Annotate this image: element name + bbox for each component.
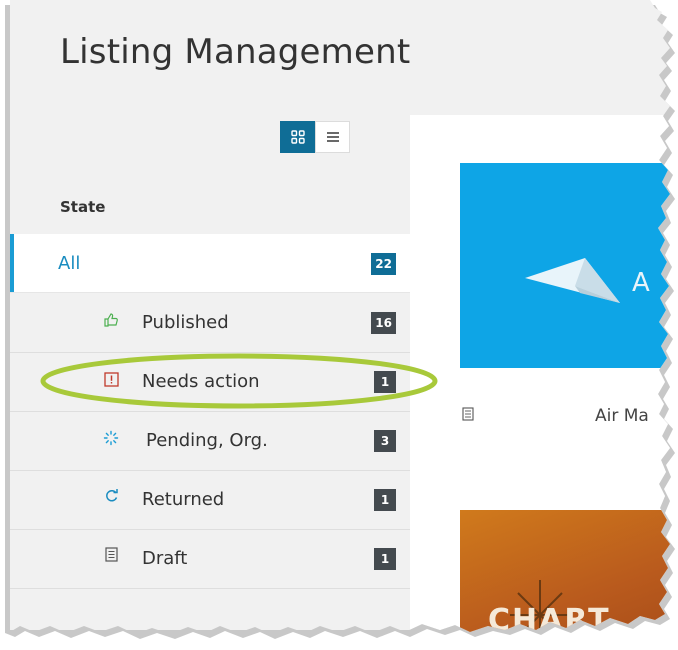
- screenshot-content: Listing Management State All 22 Publishe…: [0, 0, 678, 641]
- filter-item-draft[interactable]: Draft 1: [10, 530, 410, 589]
- state-heading: State: [60, 198, 106, 216]
- page-title: Listing Management: [60, 32, 411, 72]
- thumbs-up-icon: [102, 311, 120, 329]
- filter-item-published[interactable]: Published 16: [10, 294, 410, 353]
- filter-item-all[interactable]: All 22: [10, 234, 410, 293]
- grid-icon: [291, 130, 305, 144]
- filter-label: Draft: [142, 548, 188, 569]
- view-toggle: [280, 121, 350, 153]
- listing-card-logo-text: A: [632, 268, 650, 298]
- count-badge: 1: [374, 489, 396, 511]
- filter-label: Returned: [142, 489, 225, 510]
- listing-card-title[interactable]: Air Ma: [595, 406, 649, 426]
- grid-view-button[interactable]: [280, 121, 315, 153]
- highlight-ellipse: [40, 352, 438, 410]
- count-badge: 1: [374, 548, 396, 570]
- count-badge: 22: [371, 253, 396, 275]
- active-indicator: [10, 234, 14, 292]
- listing-card-image[interactable]: A: [460, 163, 678, 368]
- count-badge: 3: [374, 430, 396, 452]
- filter-label: Published: [142, 312, 229, 333]
- paper-plane-icon: [525, 248, 645, 338]
- filter-label: All: [58, 253, 81, 274]
- list-icon: [326, 131, 340, 143]
- document-icon: [102, 545, 120, 563]
- count-badge: 16: [371, 312, 396, 334]
- list-view-button[interactable]: [315, 121, 350, 153]
- document-icon: [462, 406, 474, 425]
- filter-label: Pending, Org.: [146, 430, 268, 451]
- spinner-icon: [102, 429, 120, 447]
- filter-item-returned[interactable]: Returned 1: [10, 471, 410, 530]
- refresh-icon: [102, 486, 120, 504]
- filter-item-pending-org[interactable]: Pending, Org. 3: [10, 412, 410, 471]
